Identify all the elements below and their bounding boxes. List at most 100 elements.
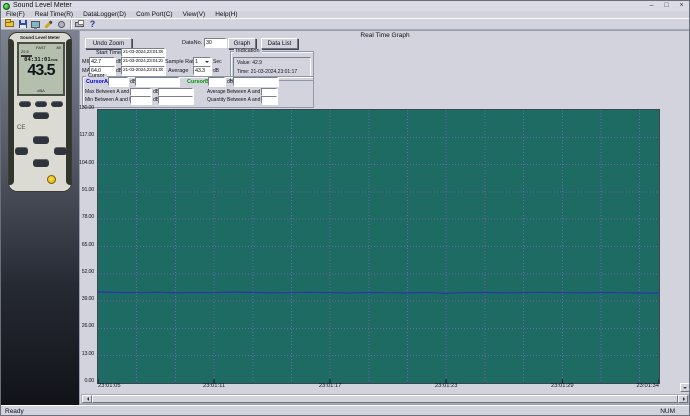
qty-between-input[interactable] xyxy=(261,96,277,104)
device-side-guard xyxy=(66,39,71,185)
y-axis-label: 91.00 xyxy=(81,186,94,193)
help-toolbar-button[interactable]: ? xyxy=(86,19,99,30)
chevron-down-icon xyxy=(205,61,209,65)
close-button[interactable]: × xyxy=(674,1,689,11)
horizontal-scrollbar[interactable] xyxy=(81,394,689,404)
lcd-range: 80 xyxy=(56,45,61,50)
max-between-label: Max Between A and B xyxy=(85,89,134,95)
save-toolbar-button[interactable] xyxy=(16,19,29,30)
status-num: NUM xyxy=(660,408,675,415)
min-value-input[interactable] xyxy=(89,57,115,66)
plot-area[interactable] xyxy=(97,109,660,384)
indication-value: 42.9 xyxy=(252,60,262,66)
avg-between-input[interactable] xyxy=(261,88,277,96)
y-axis-label: 130.00 xyxy=(78,105,94,111)
device-button xyxy=(35,101,47,107)
max-between-time-input[interactable] xyxy=(158,88,193,96)
data-list-button[interactable]: Data List xyxy=(261,38,298,49)
start-time-label: Start Time xyxy=(96,50,122,56)
scroll-right-button[interactable] xyxy=(678,395,688,403)
cursor-a-value-input[interactable] xyxy=(108,77,128,86)
lcd-aux-value: 29.5 xyxy=(21,49,29,54)
device-side-guard xyxy=(9,39,14,185)
print-toolbar-button[interactable] xyxy=(73,19,86,30)
indication-value-label: Value: xyxy=(237,60,251,66)
y-axis-label: 78.00 xyxy=(81,214,94,221)
x-axis-label: 23:01:29 xyxy=(550,383,574,389)
sample-rate-value: 1 xyxy=(195,58,198,65)
indication-time-label: Time: xyxy=(237,69,250,75)
device-button xyxy=(33,112,49,119)
cursor-b-time-input[interactable] xyxy=(233,77,278,86)
qty-between-label: Quantity Between A and B xyxy=(207,97,266,103)
scroll-thumb[interactable] xyxy=(92,395,678,403)
average-input[interactable] xyxy=(193,66,211,75)
x-axis-label: 23:01:05 xyxy=(98,383,121,389)
min-time-input[interactable] xyxy=(121,57,165,66)
lcd-unit: dBA xyxy=(37,88,45,93)
pen-icon xyxy=(44,19,53,29)
min-between-time-input[interactable] xyxy=(158,96,193,104)
titlebar[interactable]: Sound Level Meter – □ × xyxy=(1,1,689,11)
max-time-input[interactable] xyxy=(121,66,165,75)
data-no-input[interactable] xyxy=(204,38,226,47)
device-brand-label: Sound Level Meter xyxy=(19,35,60,40)
menu-real-time[interactable]: Real Time(R) xyxy=(30,11,78,18)
realtime-graph-panel: Real Time Graph Undo Zoom DataNo. Graph … xyxy=(78,30,689,405)
maximize-button[interactable]: □ xyxy=(659,1,674,11)
y-axis-label: 104.00 xyxy=(78,159,94,166)
cursor-a-time-input[interactable] xyxy=(135,77,179,86)
menu-file[interactable]: File(F) xyxy=(1,11,30,18)
device-button xyxy=(33,136,49,144)
pen-toolbar-button[interactable] xyxy=(42,19,55,30)
lcd-main-value: 43.5 xyxy=(27,62,55,79)
open-icon xyxy=(5,19,14,27)
y-axis-label: 39.00 xyxy=(81,296,94,303)
status-ready: Ready xyxy=(5,408,24,415)
device-button xyxy=(19,101,31,107)
axis-corner-widget[interactable] xyxy=(680,383,689,392)
y-axis-label: 52.00 xyxy=(81,268,94,275)
sample-rate-select[interactable]: 1 xyxy=(193,57,211,66)
x-axis-label: 23:01:17 xyxy=(318,383,342,389)
graph-panel-title: Real Time Graph xyxy=(360,32,410,39)
device-button xyxy=(54,147,67,155)
min-between-input[interactable] xyxy=(130,96,151,104)
ce-mark: CE xyxy=(17,125,26,131)
print-icon xyxy=(75,19,84,27)
x-axis-label: 23:01:23 xyxy=(434,383,458,389)
menu-com-port[interactable]: Com Port(C) xyxy=(131,11,177,18)
indication-box: Value: 42.9 Time: 21-03-2024,23:01:17 xyxy=(233,57,311,78)
max-between-input[interactable] xyxy=(130,88,151,96)
menu-view[interactable]: View(V) xyxy=(178,11,211,18)
app-window: Sound Level Meter – □ × File(F) Real Time… xyxy=(0,0,690,416)
y-axis-label: 13.00 xyxy=(81,350,94,357)
start-time-input[interactable] xyxy=(121,48,165,57)
y-axis-label: 26.00 xyxy=(81,323,94,330)
cursor-b-value-input[interactable] xyxy=(208,77,225,86)
open-toolbar-button[interactable] xyxy=(3,19,16,30)
device-button xyxy=(51,101,63,107)
menu-help[interactable]: Help(H) xyxy=(210,11,242,18)
realtime-plot xyxy=(98,110,659,383)
menu-datalogger[interactable]: DataLogger(D) xyxy=(78,11,131,18)
average-label: Average xyxy=(168,68,189,74)
average-db-unit: dB xyxy=(213,68,220,74)
record-icon xyxy=(58,20,65,28)
x-axis-label: 23:01:34 xyxy=(636,383,659,389)
arrow-right-icon xyxy=(683,397,687,401)
toolbar: ? xyxy=(1,18,689,30)
monitor-toolbar-button[interactable] xyxy=(29,19,42,30)
indication-time: 21-03-2024,23:01:17 xyxy=(250,69,298,75)
help-icon: ? xyxy=(89,18,96,29)
toolbar-separator xyxy=(70,19,71,29)
scroll-left-button[interactable] xyxy=(82,395,92,403)
device-photo-panel: Sound Level Meter FAST 80 29.5 04:31:01T… xyxy=(1,30,79,405)
record-toolbar-button[interactable] xyxy=(55,19,68,30)
device-button xyxy=(33,159,49,167)
device-badge xyxy=(47,175,56,184)
window-title: Sound Level Meter xyxy=(13,2,72,9)
minimize-button[interactable]: – xyxy=(644,1,659,11)
min-between-label: Min Between A and B xyxy=(85,97,133,103)
chevron-down-icon xyxy=(683,387,687,391)
